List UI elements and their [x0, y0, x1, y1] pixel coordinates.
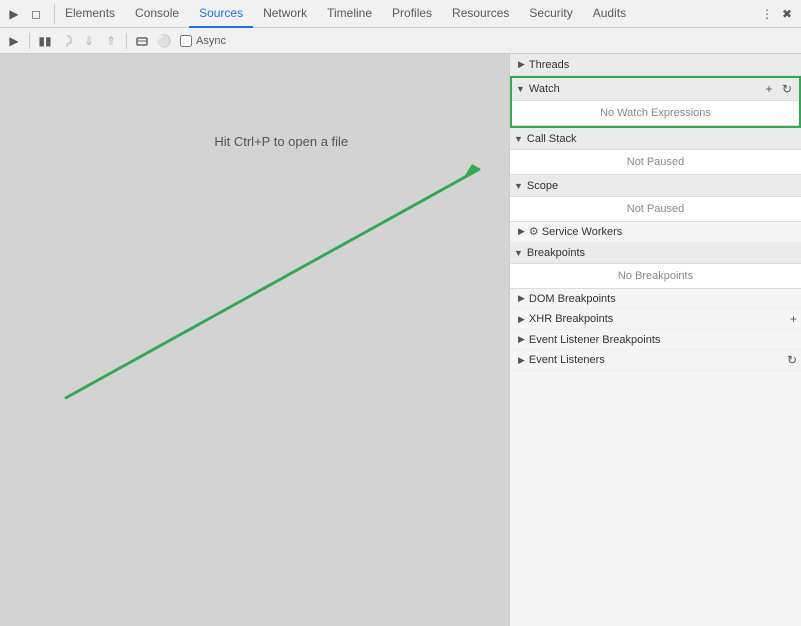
tab-resources[interactable]: Resources	[442, 0, 519, 28]
sources-toolbar: ▶ ▮▮ ⇓ ⇑ ⚪ Async	[0, 28, 801, 54]
tab-elements[interactable]: Elements	[55, 0, 125, 28]
pause-button[interactable]: ▮▮	[35, 31, 55, 51]
event-listeners-chevron-icon: ▶	[518, 355, 525, 366]
breakpoints-section-header[interactable]: ▼ Breakpoints	[510, 242, 801, 264]
blackbox-button[interactable]	[132, 31, 152, 51]
step-over-button[interactable]	[57, 31, 77, 51]
xhr-breakpoints-label: XHR Breakpoints	[529, 313, 786, 325]
breakpoints-empty-message: No Breakpoints	[510, 264, 801, 289]
main-tabs: Elements Console Sources Network Timelin…	[55, 0, 636, 28]
toolbar-separator-2	[126, 33, 127, 49]
scope-chevron-icon: ▼	[514, 181, 523, 191]
main-layout: Hit Ctrl+P to open a file ▶ Threads ▼ Wa…	[0, 54, 801, 626]
async-checkbox[interactable]	[180, 35, 192, 47]
tab-audits[interactable]: Audits	[583, 0, 636, 28]
event-listeners-header[interactable]: ▶ Event Listeners ↻	[510, 350, 801, 371]
async-checkbox-container: Async	[180, 35, 226, 47]
top-tab-bar: ▶ ◻ Elements Console Sources Network Tim…	[0, 0, 801, 28]
callstack-label: Call Stack	[527, 133, 797, 145]
sidebar-toggle-button[interactable]: ▶	[4, 31, 24, 51]
toolbar-separator-1	[29, 33, 30, 49]
xhr-breakpoints-header[interactable]: ▶ XHR Breakpoints +	[510, 309, 801, 330]
tab-timeline[interactable]: Timeline	[317, 0, 382, 28]
service-workers-label: Service Workers	[542, 226, 797, 238]
threads-label: Threads	[529, 59, 569, 71]
debugger-panel: ▶ Threads ▼ Watch + ↻ No Watch Expressio…	[509, 54, 801, 626]
sources-editor-panel: Hit Ctrl+P to open a file	[0, 54, 509, 626]
refresh-watch-button[interactable]: ↻	[779, 81, 795, 97]
tab-profiles[interactable]: Profiles	[382, 0, 442, 28]
callstack-section-header[interactable]: ▼ Call Stack	[510, 128, 801, 150]
threads-chevron-icon: ▶	[518, 59, 525, 70]
event-listeners-label: Event Listeners	[529, 354, 783, 366]
event-listener-breakpoints-header[interactable]: ▶ Event Listener Breakpoints	[510, 330, 801, 350]
step-out-button[interactable]: ⇑	[101, 31, 121, 51]
add-xhr-breakpoint-button[interactable]: +	[790, 312, 797, 326]
dom-breakpoints-label: DOM Breakpoints	[529, 293, 797, 305]
dom-breakpoints-header[interactable]: ▶ DOM Breakpoints	[510, 289, 801, 309]
threads-section-header[interactable]: ▶ Threads	[510, 54, 801, 76]
callstack-not-paused: Not Paused	[510, 150, 801, 175]
step-into-button[interactable]: ⇓	[79, 31, 99, 51]
tab-network[interactable]: Network	[253, 0, 317, 28]
scope-label: Scope	[527, 180, 797, 192]
async-label: Async	[196, 35, 226, 47]
decorative-arrow	[0, 54, 509, 626]
dom-breakpoints-chevron-icon: ▶	[518, 293, 525, 304]
watch-section-header[interactable]: ▼ Watch + ↻	[512, 78, 799, 101]
event-listener-breakpoints-chevron-icon: ▶	[518, 334, 525, 345]
inspect-icon[interactable]: ▶	[4, 4, 24, 24]
device-icon[interactable]: ◻	[26, 4, 46, 24]
breakpoints-label: Breakpoints	[527, 247, 797, 259]
service-workers-gear-icon: ⚙	[529, 225, 539, 238]
tab-console[interactable]: Console	[125, 0, 189, 28]
tab-security[interactable]: Security	[519, 0, 582, 28]
watch-label: Watch	[529, 83, 761, 95]
service-workers-header[interactable]: ▶ ⚙ Service Workers	[510, 222, 801, 242]
watch-actions: + ↻	[761, 81, 795, 97]
callstack-chevron-icon: ▼	[514, 134, 523, 144]
xhr-breakpoints-chevron-icon: ▶	[518, 314, 525, 325]
dock-icon[interactable]: ✖	[777, 4, 797, 24]
tab-sources[interactable]: Sources	[189, 0, 253, 28]
scope-section-header[interactable]: ▼ Scope	[510, 175, 801, 197]
watch-chevron-icon: ▼	[516, 84, 525, 94]
watch-empty-message: No Watch Expressions	[512, 101, 799, 126]
event-listener-breakpoints-label: Event Listener Breakpoints	[529, 334, 797, 346]
deactivate-breakpoints-button[interactable]: ⚪	[154, 31, 174, 51]
breakpoints-chevron-icon: ▼	[514, 248, 523, 258]
scope-not-paused: Not Paused	[510, 197, 801, 222]
watch-section: ▼ Watch + ↻ No Watch Expressions	[510, 76, 801, 128]
service-workers-chevron-icon: ▶	[518, 226, 525, 237]
add-watch-button[interactable]: +	[761, 81, 777, 97]
refresh-event-listeners-button[interactable]: ↻	[787, 353, 797, 367]
more-options-icon[interactable]: ⋮	[757, 4, 777, 24]
